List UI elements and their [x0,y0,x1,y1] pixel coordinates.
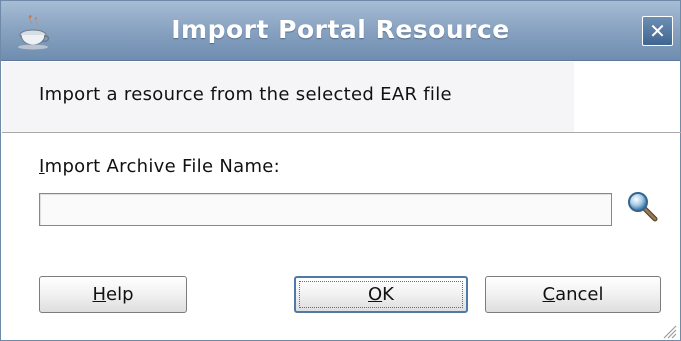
cancel-button[interactable]: Cancel [485,276,661,313]
close-icon: ✕ [649,19,666,43]
help-button[interactable]: Help [39,276,187,313]
magnifier-search-icon[interactable] [625,189,661,225]
import-portal-resource-dialog: Import Portal Resource ✕ Import a resour… [0,0,681,341]
focus-ring [299,281,463,308]
ok-button[interactable]: OK [294,276,468,313]
cancel-mnemonic: C [542,284,556,305]
title-bar[interactable]: Import Portal Resource ✕ [1,1,680,61]
help-mnemonic: H [92,284,107,305]
close-button[interactable]: ✕ [642,16,673,46]
archive-file-name-label: Import Archive File Name: [39,156,280,177]
window-title: Import Portal Resource [171,15,510,44]
cancel-label: ancel [555,284,604,305]
help-label: elp [106,284,134,305]
archive-file-name-input[interactable] [39,193,612,226]
label-text: mport Archive File Name: [44,156,281,177]
header-separator [2,132,681,133]
header-description: Import a resource from the selected EAR … [39,84,452,105]
resize-grip-icon[interactable] [661,323,677,339]
